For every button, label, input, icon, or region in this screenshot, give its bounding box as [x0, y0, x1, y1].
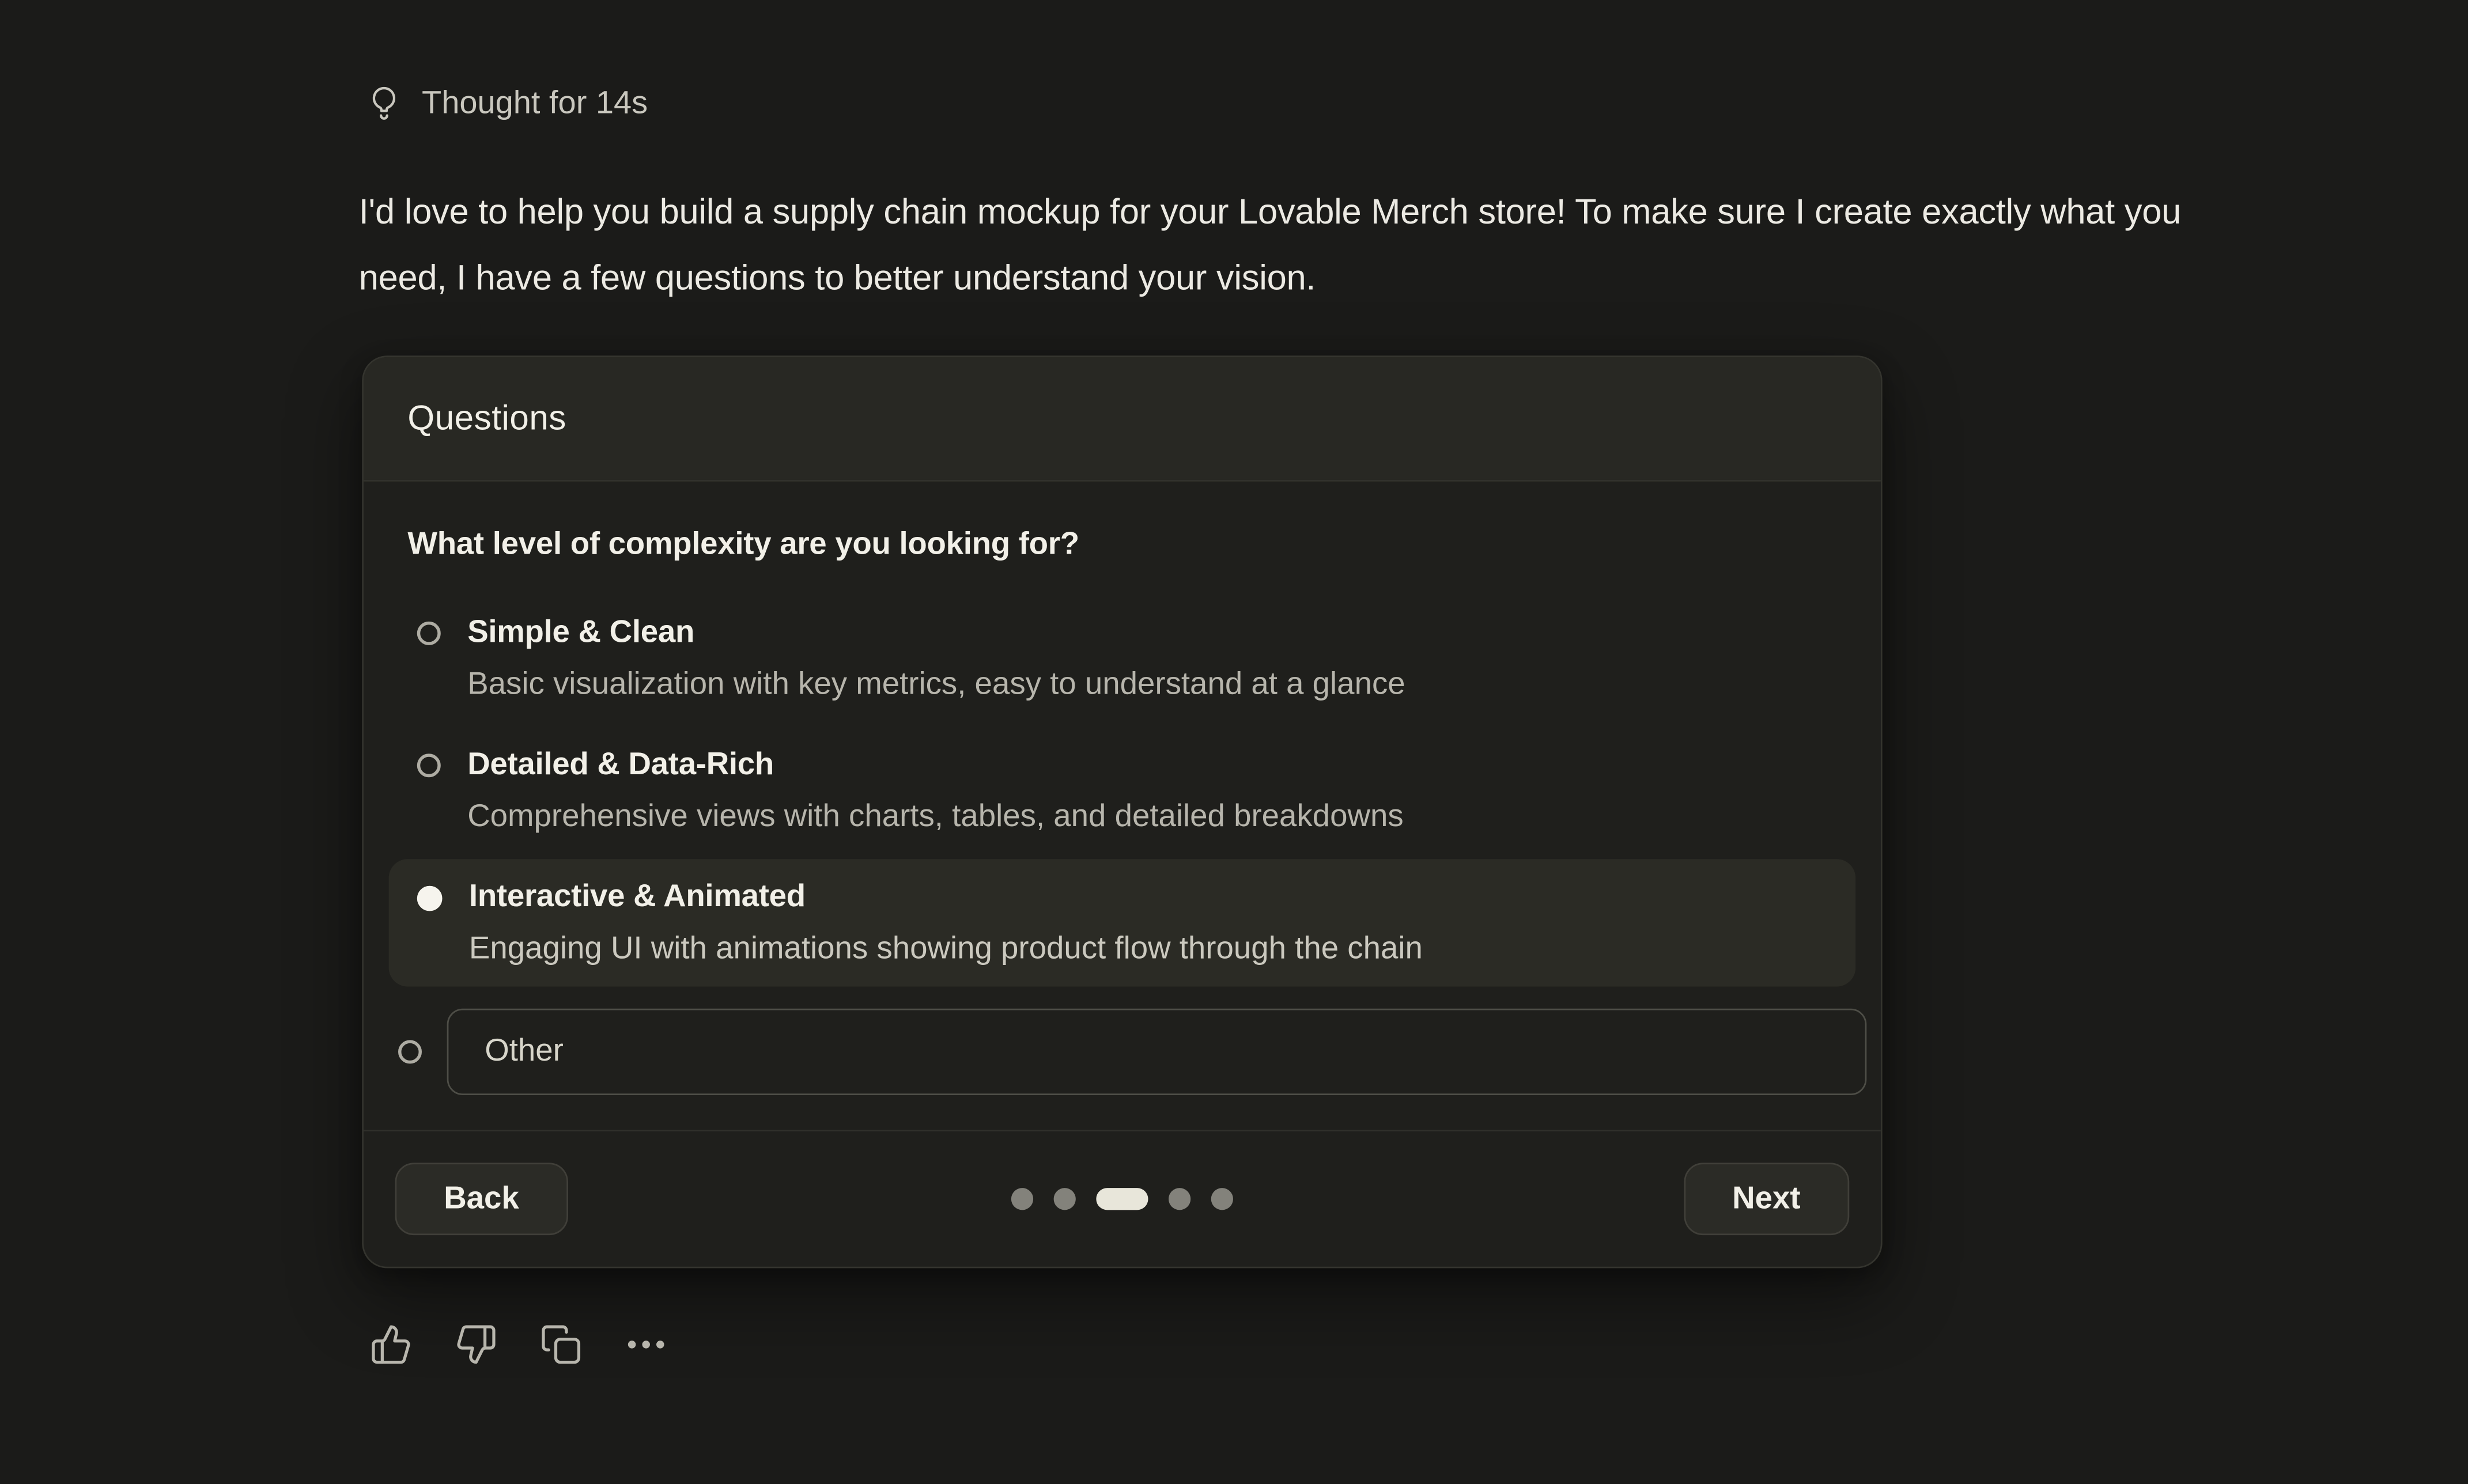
- option-description: Basic visualization with key metrics, ea…: [467, 662, 1405, 706]
- questions-card-header: Questions: [364, 357, 1881, 482]
- thumbs-down-button[interactable]: [455, 1323, 497, 1366]
- option-description: Comprehensive views with charts, tables,…: [467, 794, 1403, 838]
- questions-card-body: What level of complexity are you looking…: [364, 482, 1881, 1130]
- chat-page: Thought for 14s I'd love to help you bui…: [0, 0, 2468, 1484]
- back-button[interactable]: Back: [395, 1163, 568, 1235]
- message-actions: [370, 1323, 667, 1366]
- copy-button[interactable]: [540, 1323, 583, 1366]
- option-detailed-data-rich[interactable]: Detailed & Data-Rich Comprehensive views…: [389, 727, 1856, 854]
- thumbs-down-icon: [455, 1323, 497, 1366]
- copy-icon: [540, 1323, 583, 1366]
- more-options-button[interactable]: [625, 1323, 667, 1366]
- pagination-dot-active[interactable]: [1096, 1188, 1148, 1210]
- radio-unselected-icon[interactable]: [417, 622, 441, 645]
- pagination-dots: [1011, 1188, 1233, 1210]
- radio-selected-icon[interactable]: [417, 885, 443, 910]
- option-interactive-animated[interactable]: Interactive & Animated Engaging UI with …: [389, 859, 1856, 986]
- pagination-dot[interactable]: [1211, 1188, 1233, 1210]
- next-button[interactable]: Next: [1684, 1163, 1850, 1235]
- option-label: Interactive & Animated: [469, 875, 1423, 919]
- option-label: Detailed & Data-Rich: [467, 743, 1403, 786]
- question-text: What level of complexity are you looking…: [407, 524, 1836, 565]
- assistant-message: I'd love to help you build a supply chai…: [359, 179, 2201, 311]
- questions-card: Questions What level of complexity are y…: [362, 355, 1882, 1268]
- options-list: Simple & Clean Basic visualization with …: [389, 595, 1856, 1095]
- option-simple-clean[interactable]: Simple & Clean Basic visualization with …: [389, 595, 1856, 722]
- thumbs-up-button[interactable]: [370, 1323, 413, 1366]
- option-other[interactable]: [370, 1009, 1874, 1095]
- option-description: Engaging UI with animations showing prod…: [469, 927, 1423, 971]
- thumbs-up-icon: [370, 1323, 413, 1366]
- radio-unselected-icon[interactable]: [398, 1040, 422, 1063]
- thinking-header[interactable]: Thought for 14s: [366, 84, 648, 124]
- questions-card-footer: Back Next: [364, 1130, 1881, 1267]
- card-title: Questions: [407, 398, 566, 439]
- lightbulb-icon: [366, 84, 401, 124]
- radio-unselected-icon[interactable]: [417, 754, 441, 777]
- thinking-label: Thought for 14s: [422, 85, 648, 123]
- pagination-dot[interactable]: [1011, 1188, 1033, 1210]
- pagination-dot[interactable]: [1054, 1188, 1076, 1210]
- option-label: Simple & Clean: [467, 611, 1405, 654]
- pagination-dot[interactable]: [1169, 1188, 1190, 1210]
- other-option-input[interactable]: [447, 1009, 1867, 1095]
- more-options-icon: [625, 1323, 667, 1366]
